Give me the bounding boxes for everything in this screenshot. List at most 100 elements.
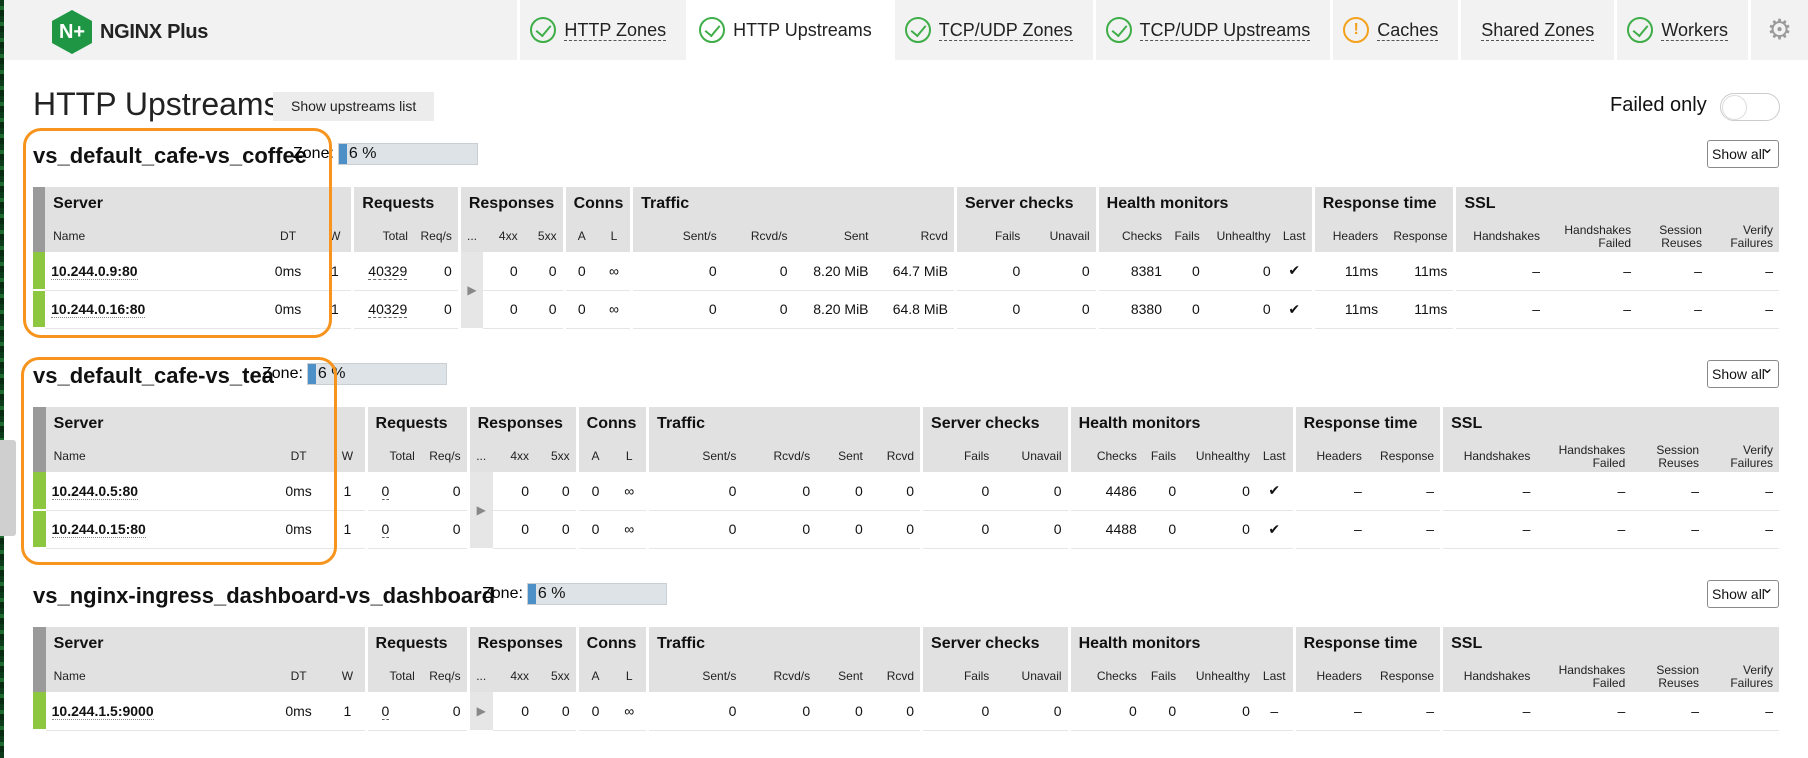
column-header-response: Response bbox=[1384, 221, 1455, 252]
column-header-unavail: Unavail bbox=[995, 441, 1070, 472]
tab-label: Workers bbox=[1661, 19, 1728, 41]
cell-headers: 11ms bbox=[1311, 290, 1385, 329]
server-filter-select[interactable]: Show all bbox=[1707, 356, 1779, 388]
settings-button[interactable]: ⚙ bbox=[1748, 0, 1808, 60]
cell-total[interactable]: 40329 bbox=[351, 252, 414, 291]
total-requests-link[interactable]: 0 bbox=[381, 521, 390, 538]
column-group-server-checks: Server checks bbox=[920, 627, 1070, 661]
cell-unavail: 0 bbox=[995, 692, 1070, 731]
upstream-servers-table: Server Requests Responses Conns Traffic Serve… bbox=[33, 627, 1779, 731]
column-header-sess-reuses: Session Reuses bbox=[1631, 441, 1706, 472]
column-header-reqs: Req/s bbox=[420, 441, 469, 472]
scroll-handle[interactable] bbox=[0, 440, 16, 536]
tab-tcp-udp-upstreams[interactable]: TCP/UDP Upstreams bbox=[1092, 0, 1331, 60]
cell-total[interactable]: 0 bbox=[364, 692, 421, 731]
column-header-rcvd-s: Rcvd/s bbox=[722, 221, 794, 252]
cell-total[interactable]: 40329 bbox=[351, 290, 414, 329]
cell-sent-s: 0 bbox=[646, 692, 743, 731]
server-address-link[interactable]: 10.244.1.5:9000 bbox=[51, 702, 154, 720]
server-row[interactable]: 10.244.1.5:9000 0ms 1 0 0 ▶ 0 0 0 ∞ 0 0 0 0 0 0 0 0 0– – – – –… bbox=[33, 692, 1779, 731]
tab-label: Shared Zones bbox=[1481, 19, 1595, 41]
cell-l: ∞ bbox=[612, 510, 648, 549]
failed-only-toggle[interactable] bbox=[1720, 93, 1780, 121]
cell-headers: – bbox=[1292, 510, 1368, 549]
column-group-traffic: Traffic bbox=[630, 187, 956, 221]
sort-column-header[interactable] bbox=[33, 627, 46, 692]
cell-r5xx: 0 bbox=[523, 290, 565, 329]
column-header-total: Total bbox=[364, 661, 421, 692]
column-header-rcvd-s: Rcvd/s bbox=[742, 661, 817, 692]
column-group-responses: Responses bbox=[466, 627, 578, 661]
cell-last: ✔ bbox=[1255, 472, 1295, 511]
server-filter-select[interactable]: Show all bbox=[1707, 136, 1779, 168]
cell-unavail: 0 bbox=[1026, 290, 1098, 329]
cell-unhealthy: 0 bbox=[1205, 290, 1277, 329]
tab-tcp-udp-zones[interactable]: TCP/UDP Zones bbox=[891, 0, 1093, 60]
cell-r4xx: 0 bbox=[492, 510, 536, 549]
cell-hfails: 0 bbox=[1142, 472, 1183, 511]
zone-usage-bar: 6 % bbox=[337, 143, 478, 165]
upstream-section: vs_nginx-ingress_dashboard-vs_dashboard Z… bbox=[33, 576, 1779, 731]
cell-unhealthy: 0 bbox=[1182, 692, 1256, 731]
tab-caches[interactable]: ! Caches bbox=[1330, 0, 1458, 60]
column-header-handshakes: Handshakes bbox=[1453, 221, 1547, 252]
total-requests-link[interactable]: 0 bbox=[381, 702, 390, 720]
column-group-health-monitors: Health monitors bbox=[1095, 187, 1314, 221]
cell-hfails: 0 bbox=[1142, 510, 1183, 549]
cell-unavail: 0 bbox=[1026, 252, 1098, 291]
cell-verify-failures: – bbox=[1705, 692, 1779, 731]
column-header-a: A bbox=[575, 441, 613, 472]
tab-workers[interactable]: Workers bbox=[1614, 0, 1748, 60]
expand-responses-arrow-icon[interactable]: ▶ bbox=[457, 252, 484, 328]
cell-response: – bbox=[1367, 692, 1442, 731]
column-header-rcvd: Rcvd bbox=[868, 661, 922, 692]
cell-a: 0 bbox=[562, 252, 598, 291]
column-header-verify-failures: Verify Failures bbox=[1705, 441, 1779, 472]
cell-response: – bbox=[1367, 472, 1442, 511]
cell-sess-reuses: – bbox=[1631, 510, 1706, 549]
cell-l: ∞ bbox=[597, 290, 632, 329]
cell-r4xx: 0 bbox=[492, 692, 536, 731]
column-header-more: ... bbox=[466, 661, 493, 692]
total-requests-link[interactable]: 40329 bbox=[368, 301, 408, 318]
cell-unavail: 0 bbox=[995, 472, 1070, 511]
check-circle-icon bbox=[1627, 17, 1654, 43]
cell-handshakes: – bbox=[1440, 692, 1537, 731]
cell-total[interactable]: 0 bbox=[364, 510, 421, 549]
column-group-traffic: Traffic bbox=[646, 627, 922, 661]
column-header-r4xx: 4xx bbox=[492, 661, 536, 692]
cell-handshakes: – bbox=[1440, 510, 1537, 549]
tab-label: HTTP Zones bbox=[564, 19, 667, 41]
check-circle-icon bbox=[699, 17, 726, 43]
cell-fails: 0 bbox=[953, 252, 1027, 291]
cell-total[interactable]: 0 bbox=[364, 472, 421, 511]
warning-circle-icon: ! bbox=[1343, 17, 1370, 43]
cell-sent: 0 bbox=[816, 472, 869, 511]
server-status-indicator bbox=[33, 692, 46, 731]
show-upstreams-list-button[interactable]: Show upstreams list bbox=[273, 92, 435, 121]
server-filter-select[interactable]: Show all bbox=[1707, 576, 1779, 608]
tab-http-upstreams[interactable]: HTTP Upstreams bbox=[686, 0, 892, 60]
column-header-handshakes: Handshakes bbox=[1440, 441, 1537, 472]
cell-a: 0 bbox=[562, 290, 598, 329]
cell-rcvd-s: 0 bbox=[742, 692, 817, 731]
expand-responses-arrow-icon[interactable]: ▶ bbox=[466, 692, 493, 730]
tab-shared-zones[interactable]: Shared Zones bbox=[1458, 0, 1614, 60]
column-group-header-row: Server Requests Responses Conns Traffic Serve… bbox=[33, 627, 1779, 692]
check-circle-icon bbox=[1105, 17, 1132, 43]
total-requests-link[interactable]: 0 bbox=[381, 482, 390, 500]
column-header-dt: DT bbox=[266, 661, 331, 692]
cell-hfails: 0 bbox=[1142, 692, 1183, 731]
expand-responses-arrow-icon[interactable]: ▶ bbox=[466, 472, 493, 548]
cell-reqs: 0 bbox=[420, 692, 469, 731]
cell-fails: 0 bbox=[920, 472, 996, 511]
column-group-traffic: Traffic bbox=[646, 407, 922, 441]
tab-http-zones[interactable]: HTTP Zones bbox=[517, 0, 686, 60]
cell-hfails: 0 bbox=[1168, 290, 1206, 329]
total-requests-link[interactable]: 40329 bbox=[368, 262, 408, 280]
cell-rcvd: 0 bbox=[868, 472, 922, 511]
cell-sent-s: 0 bbox=[630, 290, 723, 329]
column-header-headers: Headers bbox=[1292, 661, 1368, 692]
column-header-rcvd: Rcvd bbox=[874, 221, 956, 252]
column-header-l: L bbox=[612, 441, 648, 472]
